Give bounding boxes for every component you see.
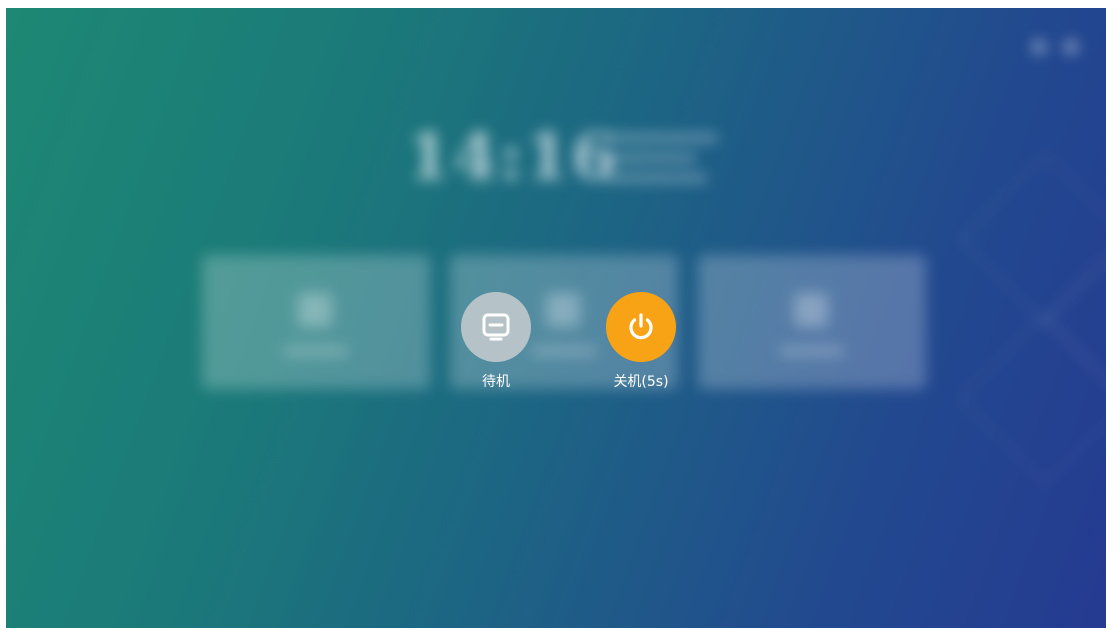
card-icon xyxy=(298,293,332,327)
home-card xyxy=(698,255,926,389)
home-clock: 14:16 xyxy=(406,120,618,195)
home-date xyxy=(606,134,718,194)
shutdown-label: 关机(5s) xyxy=(613,374,669,390)
shutdown-button[interactable]: 关机(5s) xyxy=(591,292,691,391)
standby-circle[interactable] xyxy=(461,292,531,362)
card-label xyxy=(780,347,844,355)
screen: 14:16 待机 关机(5s) xyxy=(6,8,1106,628)
date-line xyxy=(606,134,718,142)
status-dot-icon xyxy=(1032,40,1046,54)
card-label xyxy=(284,347,348,355)
power-icon xyxy=(629,313,653,340)
date-line xyxy=(606,174,707,182)
power-dialog: 待机 关机(5s) xyxy=(456,292,696,392)
status-dot-icon xyxy=(1064,40,1078,54)
monitor-icon xyxy=(482,313,510,341)
shutdown-circle[interactable] xyxy=(606,292,676,362)
date-line xyxy=(606,154,696,162)
card-icon xyxy=(794,293,828,327)
home-card xyxy=(202,255,430,389)
standby-label: 待机 xyxy=(482,374,510,390)
standby-button[interactable]: 待机 xyxy=(446,292,546,391)
